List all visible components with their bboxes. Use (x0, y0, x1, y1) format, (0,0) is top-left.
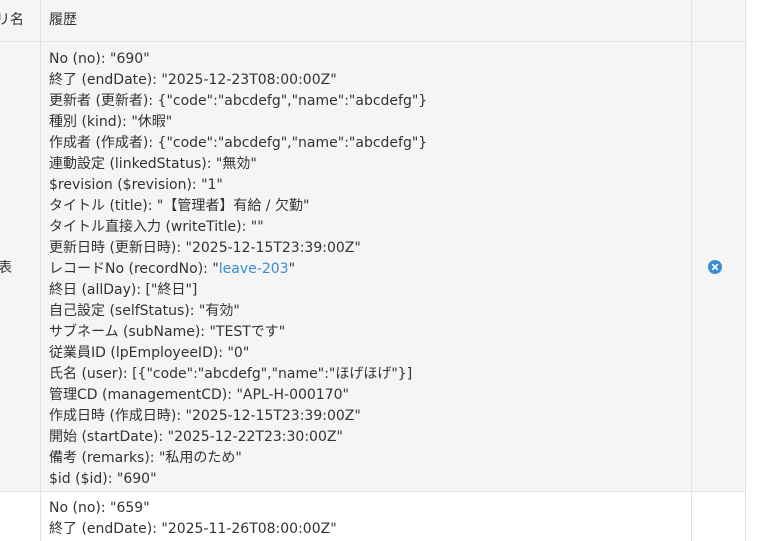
history-line: 備考 (remarks): "私用のため" (49, 448, 427, 469)
history-line: $id ($id): "690" (49, 469, 427, 490)
field-key: タイトル直接入力 (writeTitle): (49, 219, 251, 235)
field-key: 作成者 (作成者): (49, 135, 158, 151)
history-line: タイトル直接入力 (writeTitle): "" (49, 217, 427, 238)
history-line: 開始 (startDate): "2025-12-22T23:30:00Z" (49, 427, 427, 448)
table-row: 表 No (no): "690" 終了 (endDate): "2025-12-2… (0, 42, 746, 492)
field-value: "私用のため" (158, 450, 242, 466)
field-value: "APL-H-000170" (236, 387, 349, 403)
app-name-cell: 表 (0, 260, 12, 276)
field-value: "有効" (198, 303, 240, 319)
table-row: No (no): "659" 終了 (endDate): "2025-11-26T… (0, 492, 746, 541)
field-value: "2025-11-26T08:00:00Z" (161, 521, 337, 537)
column-divider (40, 0, 41, 541)
field-key: 自己設定 (selfStatus): (49, 303, 199, 319)
field-key: レコードNo (recordNo): (49, 261, 213, 277)
field-key: 管理CD (managementCD): (49, 387, 237, 403)
close-circle-icon (711, 263, 719, 271)
history-line: 更新者 (更新者): {"code":"abcdefg","name":"abc… (49, 91, 427, 112)
field-value: "1" (201, 177, 223, 193)
history-line: 作成者 (作成者): {"code":"abcdefg","name":"abc… (49, 133, 427, 154)
field-value: "0" (227, 345, 250, 361)
field-value: {"code":"abcdefg","name":"abcdefg"} (157, 93, 428, 109)
history-line: 終日 (allDay): ["終日"] (49, 280, 427, 301)
field-value: [{"code":"abcdefg","name":"ほげほげ"}] (132, 366, 413, 382)
remove-row-button[interactable] (708, 260, 722, 274)
field-key: 備考 (remarks): (49, 450, 159, 466)
field-value: "TESTです" (209, 324, 286, 340)
field-key: 連動設定 (linkedStatus): (49, 156, 216, 172)
history-line: 自己設定 (selfStatus): "有効" (49, 301, 427, 322)
field-value: "690" (116, 471, 157, 487)
field-value-end: " (288, 261, 296, 277)
table-header: リ名 履歴 (0, 0, 746, 42)
field-key: No (no): (49, 500, 111, 516)
field-value: "無効" (215, 156, 257, 172)
field-value: "2025-12-23T08:00:00Z" (161, 72, 337, 88)
history-line: 管理CD (managementCD): "APL-H-000170" (49, 385, 427, 406)
field-value: "2025-12-22T23:30:00Z" (167, 429, 343, 445)
field-key: No (no): (49, 51, 111, 67)
history-line: 種別 (kind): "休暇" (49, 112, 427, 133)
field-key: 終了 (endDate): (49, 521, 162, 537)
column-divider (691, 0, 692, 541)
field-key: $id ($id): (49, 471, 117, 487)
header-history: 履歴 (49, 12, 77, 28)
history-line: 従業員ID (lpEmployeeID): "0" (49, 343, 427, 364)
field-key: タイトル (title): (49, 198, 157, 214)
field-key: $revision ($revision): (49, 177, 202, 193)
field-key: サブネーム (subName): (49, 324, 210, 340)
field-key: 終了 (endDate): (49, 72, 162, 88)
field-value: "659" (110, 500, 150, 516)
field-key: 更新者 (更新者): (49, 93, 158, 109)
history-line: 連動設定 (linkedStatus): "無効" (49, 154, 427, 175)
field-key: 作成日時 (作成日時): (49, 408, 186, 424)
field-key: 終日 (allDay): (49, 282, 146, 298)
field-value: "690" (110, 51, 150, 67)
field-key: 従業員ID (lpEmployeeID): (49, 345, 228, 361)
history-line: No (no): "659" (49, 498, 337, 519)
history-line: タイトル (title): "【管理者】有給 / 欠勤" (49, 196, 427, 217)
field-key: 種別 (kind): (49, 114, 132, 130)
history-table: リ名 履歴 表 No (no): "690" 終了 (endDate): "202… (0, 0, 746, 541)
history-line: レコードNo (recordNo): "leave-203" (49, 259, 427, 280)
history-line: 終了 (endDate): "2025-11-26T08:00:00Z" (49, 519, 337, 540)
field-key: 氏名 (user): (49, 366, 133, 382)
field-value: "2025-12-15T23:39:00Z" (185, 408, 361, 424)
record-link[interactable]: leave-203 (219, 261, 289, 277)
history-line: 終了 (endDate): "2025-12-23T08:00:00Z" (49, 70, 427, 91)
field-value: {"code":"abcdefg","name":"abcdefg"} (157, 135, 428, 151)
history-line: サブネーム (subName): "TESTです" (49, 322, 427, 343)
field-value: "" (250, 219, 264, 235)
history-line: 氏名 (user): [{"code":"abcdefg","name":"ほげ… (49, 364, 427, 385)
field-key: 更新日時 (更新日時): (49, 240, 186, 256)
history-line: 更新日時 (更新日時): "2025-12-15T23:39:00Z" (49, 238, 427, 259)
field-value: ["終日"] (145, 282, 198, 298)
field-key: 開始 (startDate): (49, 429, 168, 445)
history-cell: No (no): "659" 終了 (endDate): "2025-11-26T… (49, 498, 337, 540)
field-value: "2025-12-15T23:39:00Z" (185, 240, 361, 256)
history-line: $revision ($revision): "1" (49, 175, 427, 196)
field-value: "休暇" (131, 114, 173, 130)
history-cell: No (no): "690" 終了 (endDate): "2025-12-23T… (49, 49, 427, 490)
field-value: "【管理者】有給 / 欠勤" (156, 198, 310, 214)
column-divider (745, 0, 746, 541)
history-line: 作成日時 (作成日時): "2025-12-15T23:39:00Z" (49, 406, 427, 427)
header-app-name: リ名 (0, 12, 24, 28)
history-line: No (no): "690" (49, 49, 427, 70)
